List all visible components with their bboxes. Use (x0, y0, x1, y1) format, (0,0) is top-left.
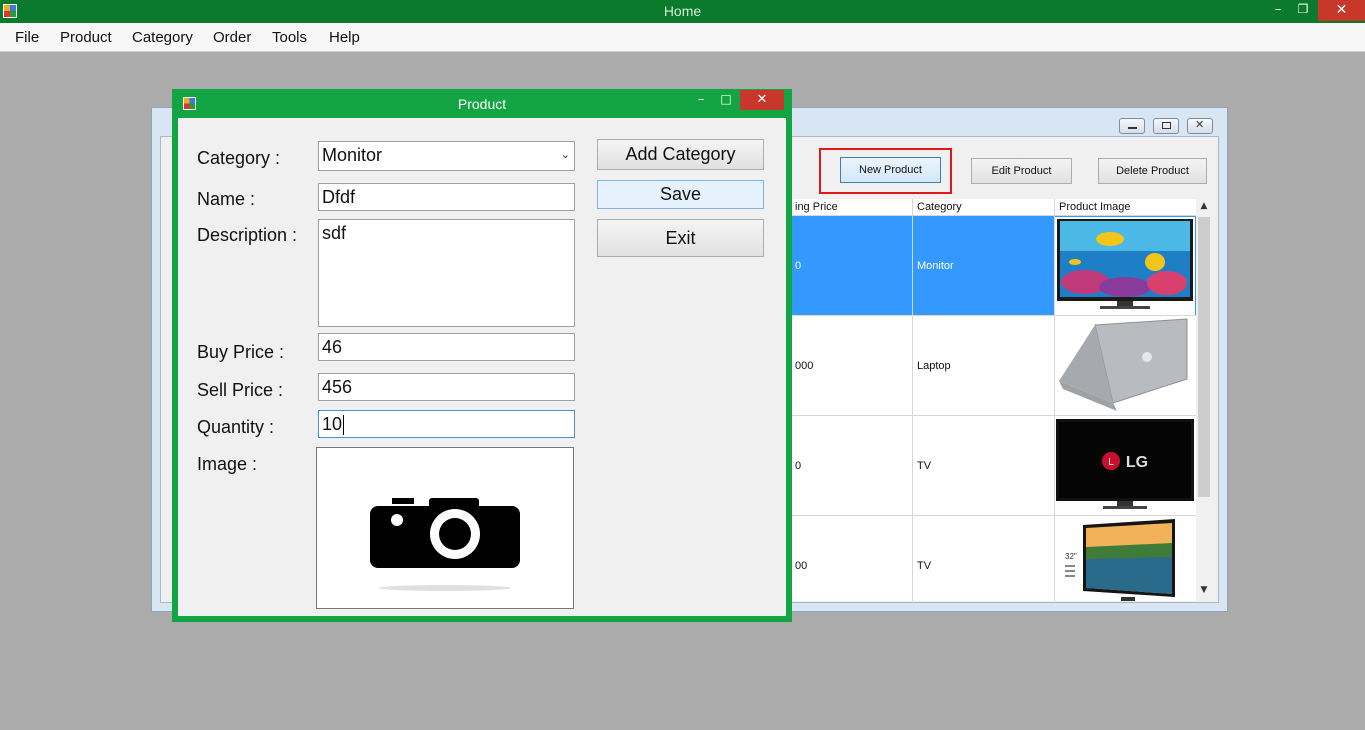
category-cell: TV (913, 516, 1055, 601)
laptop-image (1055, 317, 1195, 415)
child-restore-button[interactable] (1153, 118, 1179, 134)
dialog-body: Category : Monitor ⌄ Name : Dfdf Descrip… (178, 118, 786, 616)
dialog-close-button[interactable]: ✕ (740, 90, 784, 110)
minimize-button[interactable]: – (1270, 2, 1286, 17)
dialog-minimize-button[interactable]: – (694, 92, 708, 107)
grid-vertical-scrollbar[interactable]: ▲ ▼ (1196, 199, 1212, 601)
category-cell: TV (913, 416, 1055, 516)
menu-bar: File Product Category Order Tools Help (0, 23, 1365, 52)
price-cell: 0 (791, 416, 913, 516)
svg-text:L: L (1108, 457, 1114, 468)
lg-logo-text: LG (1126, 454, 1148, 471)
child-minimize-button[interactable] (1119, 118, 1145, 134)
table-row[interactable]: 00 TV 32" (791, 516, 1196, 601)
name-label: Name : (197, 189, 256, 209)
quantity-label: Quantity : (197, 417, 275, 437)
quantity-field[interactable]: 10 (318, 410, 575, 438)
scroll-up-icon[interactable]: ▲ (1196, 201, 1212, 211)
category-select-value: Monitor (322, 145, 383, 165)
lg-tv-image: L LG (1055, 417, 1195, 515)
image-label: Image : (197, 454, 258, 474)
menu-order[interactable]: Order (213, 29, 251, 46)
menu-category[interactable]: Category (132, 29, 193, 46)
category-label: Category : (197, 148, 281, 168)
scrollbar-thumb[interactable] (1198, 217, 1210, 497)
buy-price-field[interactable]: 46 (318, 333, 575, 361)
description-field[interactable]: sdf (318, 219, 575, 327)
text-cursor (343, 415, 345, 436)
dialog-maximize-button[interactable]: □ (719, 92, 733, 106)
menu-file[interactable]: File (15, 29, 39, 46)
camera-icon (370, 498, 520, 591)
window-title: Home (663, 3, 702, 19)
quantity-value: 10 (322, 414, 343, 434)
landscape-tv-image: 32" (1055, 517, 1195, 601)
menu-tools[interactable]: Tools (272, 29, 307, 46)
category-select[interactable]: Monitor ⌄ (318, 141, 575, 171)
name-field[interactable]: Dfdf (318, 183, 575, 211)
column-header-category[interactable]: Category (913, 199, 1055, 216)
child-close-button[interactable]: ✕ (1187, 118, 1213, 134)
restore-button[interactable]: ❐ (1295, 2, 1311, 16)
main-titlebar: Home – ❐ ✕ (0, 0, 1365, 23)
product-grid[interactable]: ing Price Category Product Image 0 Monit… (790, 199, 1196, 601)
sell-price-label: Sell Price : (197, 380, 284, 400)
delete-product-button[interactable]: Delete Product (1098, 158, 1207, 184)
menu-help[interactable]: Help (329, 29, 360, 46)
product-dialog: Product – □ ✕ Category : Monitor ⌄ Name … (172, 89, 792, 622)
highlight-annotation (819, 148, 952, 194)
edit-product-button[interactable]: Edit Product (971, 158, 1072, 184)
column-header-image[interactable]: Product Image (1055, 199, 1196, 216)
price-cell: 00 (791, 516, 913, 601)
table-row[interactable]: 0 TV L LG (791, 416, 1196, 516)
sell-price-field[interactable]: 456 (318, 373, 575, 401)
scroll-down-icon[interactable]: ▼ (1196, 585, 1212, 595)
category-cell: Laptop (913, 316, 1055, 416)
column-header-price[interactable]: ing Price (791, 199, 913, 216)
product-image-box[interactable] (316, 447, 574, 609)
chevron-down-icon[interactable]: ⌄ (561, 142, 570, 168)
dialog-titlebar: Product – □ ✕ (172, 89, 792, 117)
table-row[interactable]: 000 Laptop (791, 316, 1196, 416)
monitor-image (1055, 217, 1195, 315)
save-button[interactable]: Save (597, 180, 764, 209)
description-label: Description : (197, 225, 298, 245)
price-cell: 000 (791, 316, 913, 416)
category-cell: Monitor (913, 216, 1055, 316)
add-category-button[interactable]: Add Category (597, 139, 764, 170)
close-button[interactable]: ✕ (1318, 0, 1365, 21)
buy-price-label: Buy Price : (197, 342, 285, 362)
tv-size-sticker: 32" (1065, 552, 1077, 561)
menu-product[interactable]: Product (60, 29, 112, 46)
price-cell: 0 (791, 216, 913, 316)
exit-button[interactable]: Exit (597, 219, 764, 257)
table-row[interactable]: 0 Monitor (791, 216, 1196, 316)
